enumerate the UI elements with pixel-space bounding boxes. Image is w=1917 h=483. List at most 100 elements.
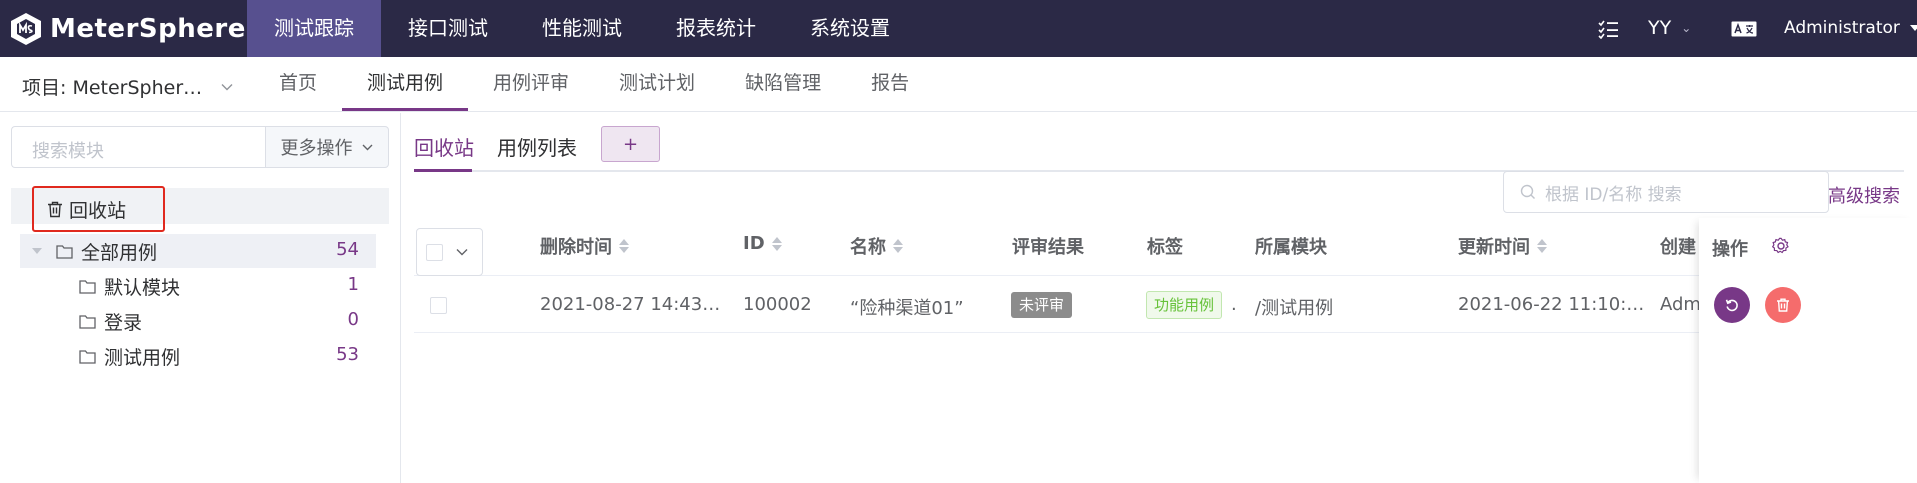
restore-button[interactable]	[1714, 287, 1750, 323]
trash-icon	[48, 201, 62, 217]
cell-id: 100002	[743, 294, 812, 315]
column-header-update-time[interactable]: 更新时间	[1458, 233, 1547, 259]
column-label: 标签	[1147, 237, 1183, 258]
caret-down-icon	[1909, 25, 1917, 31]
sub-navbar: 项目: MeterSpher… 首页 测试用例 用例评审 测试计划 缺陷管理 报…	[0, 57, 1917, 112]
column-label: 名称	[850, 237, 886, 258]
tree-node-label: 登录	[104, 311, 143, 334]
sub-menu: 首页 测试用例 用例评审 测试计划 缺陷管理 报告	[254, 57, 934, 111]
column-label: 更新时间	[1458, 237, 1530, 258]
top-menu-performance-test[interactable]: 性能测试	[515, 0, 649, 57]
tab-trash[interactable]: 回收站	[414, 132, 474, 161]
refresh-icon	[1725, 299, 1738, 312]
module-search-input[interactable]: 搜索模块	[11, 126, 266, 168]
more-operations-dropdown[interactable]: 更多操作	[265, 126, 389, 168]
chevron-down-icon	[362, 144, 372, 150]
tag-overflow: .	[1231, 294, 1237, 315]
folder-icon	[56, 244, 73, 259]
cell-delete-time: 2021-08-27 14:43…	[540, 294, 721, 315]
tree-node-label: 全部用例	[81, 241, 158, 264]
chevron-down-icon	[456, 249, 468, 256]
trash-label: 回收站	[69, 199, 127, 222]
workspace-name: YY	[1648, 17, 1672, 39]
brand-name: MeterSphere	[50, 14, 246, 44]
review-status-badge: 未评审	[1011, 292, 1073, 318]
metersphere-logo-icon	[11, 13, 41, 45]
active-tab-indicator	[414, 169, 472, 172]
column-header-delete-time[interactable]: 删除时间	[540, 233, 629, 259]
sort-icon[interactable]	[771, 236, 782, 251]
sub-menu-defects[interactable]: 缺陷管理	[720, 57, 846, 111]
sort-icon[interactable]	[1537, 239, 1547, 253]
tree-node-label: 测试用例	[104, 346, 181, 369]
column-label: 创建	[1660, 237, 1696, 258]
tag-badge: 功能用例	[1146, 291, 1223, 319]
operation-header: 操作	[1712, 239, 1748, 260]
tab-case-list[interactable]: 用例列表	[497, 132, 577, 161]
user-name: Administrator	[1784, 18, 1900, 38]
tree-node-all-cases[interactable]: 全部用例	[32, 236, 157, 266]
tree-expand-icon[interactable]	[32, 248, 42, 254]
cell-creator: Adm	[1660, 294, 1701, 315]
top-menu: 测试跟踪 接口测试 性能测试 报表统计 系统设置	[247, 0, 917, 57]
project-selector[interactable]: 项目: MeterSpher…	[22, 73, 234, 100]
column-header-name[interactable]: 名称	[850, 233, 903, 259]
top-menu-system-settings[interactable]: 系统设置	[783, 0, 917, 57]
cell-name[interactable]: “险种渠道01”	[850, 294, 964, 320]
tree-node-count: 54	[336, 239, 359, 260]
column-header-review-result[interactable]: 评审结果	[1012, 233, 1084, 259]
chevron-down-icon: ⌄	[1681, 21, 1692, 35]
top-menu-test-track[interactable]: 测试跟踪	[247, 0, 381, 57]
case-search-input[interactable]: 根据 ID/名称 搜索	[1503, 171, 1829, 213]
delete-button[interactable]	[1765, 287, 1801, 323]
cell-module: /测试用例	[1255, 298, 1334, 319]
sub-menu-report[interactable]: 报告	[846, 57, 934, 111]
sub-menu-test-cases[interactable]: 测试用例	[342, 57, 469, 111]
trash-icon	[1777, 298, 1789, 312]
sort-icon[interactable]	[619, 239, 629, 253]
tree-node-count: 1	[347, 274, 359, 295]
app-logo[interactable]: MeterSphere	[8, 10, 246, 48]
select-all-dropdown[interactable]	[416, 228, 483, 276]
select-all-checkbox[interactable]	[426, 243, 443, 261]
column-label: 评审结果	[1012, 237, 1084, 258]
search-icon	[1520, 184, 1535, 199]
trash-node[interactable]: 回收站	[32, 186, 165, 232]
column-label: ID	[743, 233, 765, 254]
column-header-module: 所属模块	[1255, 233, 1327, 259]
translate-icon[interactable]	[1731, 21, 1757, 37]
tree-node-count: 53	[336, 344, 359, 365]
tree-node-test-cases[interactable]: 测试用例	[79, 341, 180, 371]
advanced-search-link[interactable]: 高级搜索	[1828, 182, 1900, 208]
column-header-tags: 标签	[1147, 233, 1183, 259]
tree-node-label: 默认模块	[104, 276, 181, 299]
gear-icon[interactable]	[1772, 237, 1790, 255]
top-menu-api-test[interactable]: 接口测试	[381, 0, 515, 57]
top-menu-report-stats[interactable]: 报表统计	[649, 0, 783, 57]
module-sidebar: 搜索模块 更多操作 回收站 全部用例 54 默认模块 1 登录 0 测试用例 5…	[0, 113, 401, 483]
column-label: 删除时间	[540, 237, 612, 258]
add-tab-button[interactable]: +	[601, 126, 660, 162]
folder-icon	[79, 314, 96, 329]
column-header-id[interactable]: ID	[743, 233, 782, 254]
user-menu[interactable]: Administrator	[1784, 18, 1917, 38]
search-placeholder: 根据 ID/名称 搜索	[1545, 184, 1682, 205]
row-checkbox[interactable]	[430, 297, 447, 314]
sub-menu-home[interactable]: 首页	[254, 57, 342, 111]
folder-icon	[79, 279, 96, 294]
sub-menu-test-plan[interactable]: 测试计划	[594, 57, 720, 111]
tree-node-default-module[interactable]: 默认模块	[79, 271, 180, 301]
tree-node-login[interactable]: 登录	[79, 306, 142, 336]
project-name: 项目: MeterSpher…	[22, 77, 203, 99]
task-list-icon[interactable]	[1597, 19, 1619, 39]
folder-icon	[79, 349, 96, 364]
cell-update-time: 2021-06-22 11:10:…	[1458, 294, 1645, 315]
workspace-switcher[interactable]: YY ⌄	[1648, 17, 1691, 39]
column-header-creator: 创建	[1660, 233, 1696, 259]
sub-menu-case-review[interactable]: 用例评审	[468, 57, 594, 111]
tree-node-count: 0	[347, 309, 359, 330]
chevron-down-icon	[221, 83, 233, 90]
sort-icon[interactable]	[893, 239, 903, 253]
column-label: 所属模块	[1255, 237, 1327, 258]
top-navbar: MeterSphere 测试跟踪 接口测试 性能测试 报表统计 系统设置 YY …	[0, 0, 1917, 57]
